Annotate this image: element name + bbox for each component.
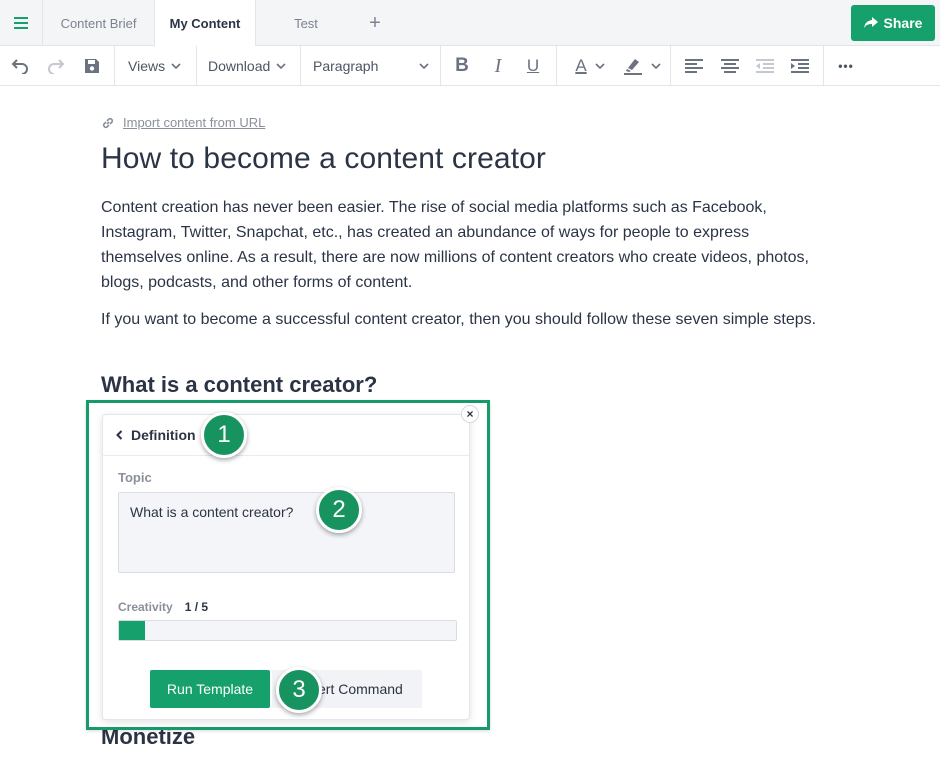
indent-icon[interactable] — [786, 46, 814, 86]
redo-icon[interactable] — [42, 46, 70, 86]
paragraph-label: Paragraph — [313, 58, 379, 74]
creativity-label: Creativity 1 / 5 — [118, 600, 208, 614]
share-icon — [863, 17, 878, 28]
document-title[interactable]: How to become a content creator — [101, 142, 546, 176]
editor-toolbar: Views Download Paragraph B I U A ••• — [0, 46, 940, 86]
tab-content-brief[interactable]: Content Brief — [42, 0, 154, 46]
creativity-label-text: Creativity — [118, 600, 173, 614]
align-center-icon[interactable] — [716, 46, 744, 86]
share-label: Share — [883, 15, 923, 31]
import-link-label: Import content from URL — [123, 115, 266, 130]
save-icon[interactable] — [78, 46, 106, 86]
underline-button[interactable]: U — [521, 46, 545, 86]
text-color-icon: A — [575, 56, 587, 75]
chevron-down-icon — [171, 63, 181, 69]
close-icon[interactable]: × — [461, 405, 479, 423]
outdent-icon[interactable] — [751, 46, 779, 86]
panel-title: Definition — [131, 426, 196, 443]
document-heading[interactable]: What is a content creator? — [101, 372, 377, 398]
menu-icon[interactable] — [0, 0, 42, 45]
tab-bar: Content Brief My Content Test + Share — [0, 0, 940, 47]
panel-header[interactable]: Definition — [102, 414, 470, 456]
tab-test[interactable]: Test — [256, 0, 356, 46]
align-left-icon[interactable] — [680, 46, 708, 86]
chevron-down-icon — [276, 63, 286, 69]
chevron-down-icon — [419, 63, 429, 69]
step-badge: 1 — [201, 412, 247, 458]
italic-button[interactable]: I — [486, 46, 510, 86]
run-template-button[interactable]: Run Template — [150, 670, 270, 708]
document-paragraph[interactable]: If you want to become a successful conte… — [101, 307, 821, 332]
download-label: Download — [208, 58, 271, 74]
paragraph-dropdown[interactable]: Paragraph — [303, 46, 439, 86]
link-icon — [102, 117, 114, 128]
highlight-color-dropdown[interactable] — [618, 46, 666, 86]
topic-input[interactable] — [118, 492, 455, 573]
creativity-slider-fill[interactable] — [119, 621, 145, 640]
bold-button[interactable]: B — [450, 46, 474, 86]
chevron-down-icon — [651, 63, 661, 69]
add-tab-button[interactable]: + — [358, 0, 392, 46]
undo-icon[interactable] — [6, 46, 34, 86]
download-dropdown[interactable]: Download — [198, 46, 298, 86]
topic-label: Topic — [118, 470, 152, 485]
document-paragraph[interactable]: Content creation has never been easier. … — [101, 195, 821, 295]
chevron-down-icon — [595, 63, 605, 69]
views-label: Views — [128, 58, 166, 74]
share-button[interactable]: Share — [851, 5, 935, 41]
text-color-dropdown[interactable]: A — [566, 46, 614, 86]
tab-my-content[interactable]: My Content — [154, 0, 256, 47]
views-dropdown[interactable]: Views — [118, 46, 194, 86]
highlighter-icon — [624, 59, 642, 75]
creativity-value: 1 / 5 — [184, 600, 209, 614]
creativity-slider[interactable] — [118, 620, 457, 641]
import-content-link[interactable]: Import content from URL — [101, 115, 265, 130]
step-badge: 2 — [316, 487, 362, 533]
more-options-button[interactable]: ••• — [830, 46, 862, 86]
step-badge: 3 — [276, 667, 322, 713]
chevron-left-icon — [116, 429, 123, 440]
